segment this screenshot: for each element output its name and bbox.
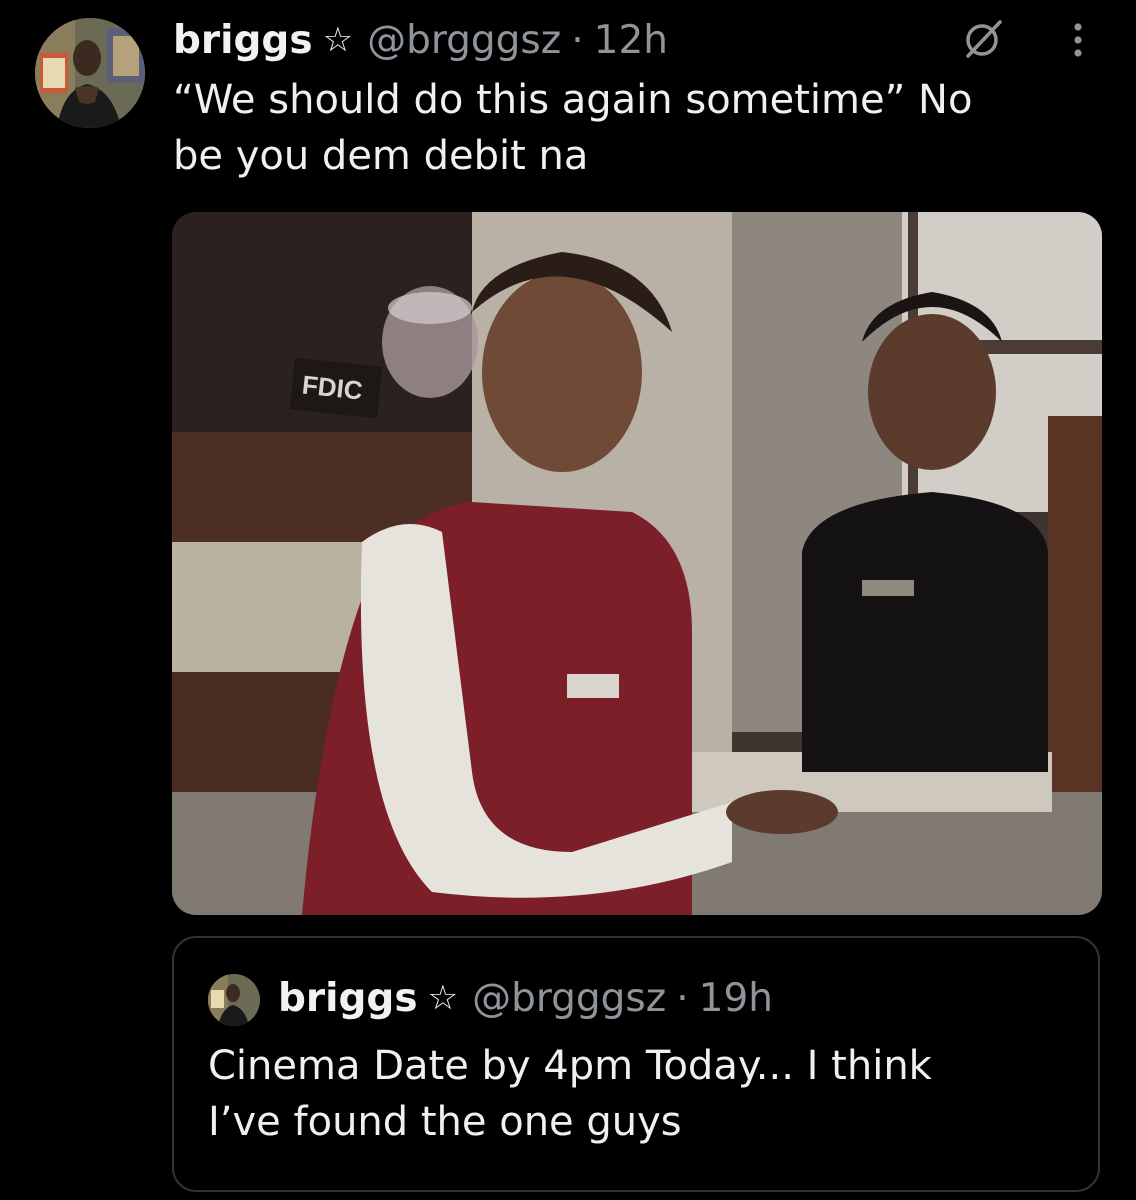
grok-icon[interactable]	[960, 16, 1006, 62]
tweet-text: “We should do this again sometime” No be…	[173, 72, 1103, 184]
quoted-avatar-photo	[208, 974, 260, 1026]
star-outline-icon: ☆	[322, 20, 354, 60]
tweet-header: briggs ☆ @brgggsz · 12h	[173, 10, 668, 70]
tweet-media-image[interactable]: FDIC	[172, 212, 1102, 915]
quoted-tweet-card[interactable]: briggs ☆ @brgggsz · 19h Cinema Date by 4…	[172, 936, 1100, 1192]
star-outline-icon: ☆	[427, 978, 459, 1018]
quoted-avatar[interactable]	[208, 974, 260, 1026]
quoted-tweet-header: briggs ☆ @brgggsz · 19h	[278, 968, 773, 1028]
quoted-text-line-2: I’ve found the one guys	[208, 1099, 682, 1145]
media-scene: FDIC	[172, 212, 1102, 915]
quoted-author-handle[interactable]: @brgggsz	[472, 979, 666, 1018]
fdic-sign: FDIC	[301, 370, 365, 406]
avatar[interactable]	[35, 18, 145, 128]
quoted-text-line-1: Cinema Date by 4pm Today... I think	[208, 1043, 932, 1089]
avatar-photo	[35, 18, 145, 128]
tweet-text-line-1: “We should do this again sometime” No	[173, 77, 973, 123]
tweet-timestamp[interactable]: 12h	[594, 21, 668, 60]
quoted-author-name[interactable]: briggs	[278, 979, 418, 1018]
separator-dot: ·	[676, 975, 689, 1021]
quoted-tweet-text: Cinema Date by 4pm Today... I think I’ve…	[208, 1038, 1068, 1150]
author-handle[interactable]: @brgggsz	[367, 21, 561, 60]
tweet-text-line-2: be you dem debit na	[173, 133, 589, 179]
author-name[interactable]: briggs	[173, 21, 313, 60]
more-options-icon[interactable]	[1060, 16, 1096, 62]
separator-dot: ·	[571, 17, 584, 63]
quoted-tweet-timestamp[interactable]: 19h	[699, 979, 773, 1018]
